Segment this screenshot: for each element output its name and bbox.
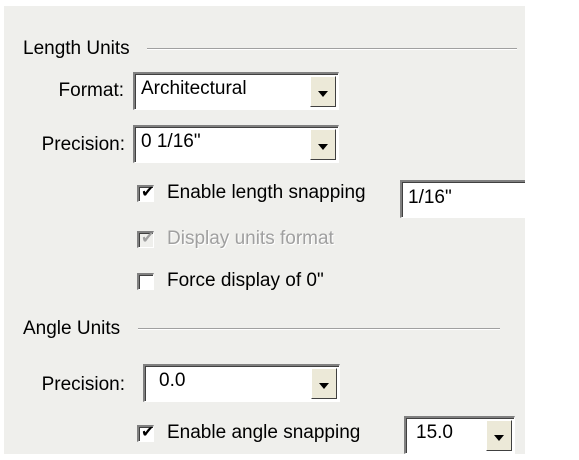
angle-units-divider xyxy=(138,328,500,330)
length-units-group-title: Length Units xyxy=(23,38,130,59)
angle-snapping-dropdown-button[interactable] xyxy=(486,420,512,451)
length-precision-dropdown[interactable]: 0 1/16" xyxy=(133,125,339,163)
enable-length-snapping-checkbox[interactable]: ✔ xyxy=(137,184,155,202)
enable-angle-snapping-checkbox[interactable]: ✔ xyxy=(137,424,155,442)
angle-snapping-dropdown[interactable]: 15.0 xyxy=(404,416,515,454)
check-icon: ✔ xyxy=(141,230,155,247)
chevron-down-icon xyxy=(318,143,328,150)
enable-angle-snapping-label[interactable]: Enable angle snapping xyxy=(167,422,360,444)
format-dropdown[interactable]: Architectural xyxy=(133,72,339,110)
angle-precision-label: Precision: xyxy=(41,374,125,395)
angle-precision-dropdown[interactable]: 0.0 xyxy=(143,364,340,402)
chevron-down-icon xyxy=(319,382,329,389)
force-display-zero-checkbox[interactable] xyxy=(137,273,154,290)
angle-precision-value: 0.0 xyxy=(159,370,186,391)
angle-units-group-title: Angle Units xyxy=(23,318,121,339)
check-icon: ✔ xyxy=(141,184,155,201)
length-precision-label: Precision: xyxy=(41,134,125,155)
panel-edge xyxy=(525,0,579,460)
display-units-format-label: Display units format xyxy=(167,228,334,249)
length-snapping-value: 1/16" xyxy=(408,187,452,208)
length-units-divider xyxy=(147,48,517,50)
angle-precision-dropdown-button[interactable] xyxy=(311,368,337,399)
length-snapping-input[interactable]: 1/16" xyxy=(400,180,525,218)
format-dropdown-button[interactable] xyxy=(310,76,336,107)
check-icon: ✔ xyxy=(141,424,155,441)
length-precision-value: 0 1/16" xyxy=(141,131,201,152)
format-label: Format: xyxy=(58,80,124,101)
enable-length-snapping-label[interactable]: Enable length snapping xyxy=(167,182,366,204)
format-dropdown-value: Architectural xyxy=(141,78,247,99)
angle-snapping-value: 15.0 xyxy=(416,422,453,443)
force-display-zero-label[interactable]: Force display of 0" xyxy=(167,270,324,292)
length-precision-dropdown-button[interactable] xyxy=(310,129,336,160)
chevron-down-icon xyxy=(318,90,328,97)
display-units-format-checkbox: ✔ xyxy=(137,230,155,248)
chevron-down-icon xyxy=(494,434,504,441)
